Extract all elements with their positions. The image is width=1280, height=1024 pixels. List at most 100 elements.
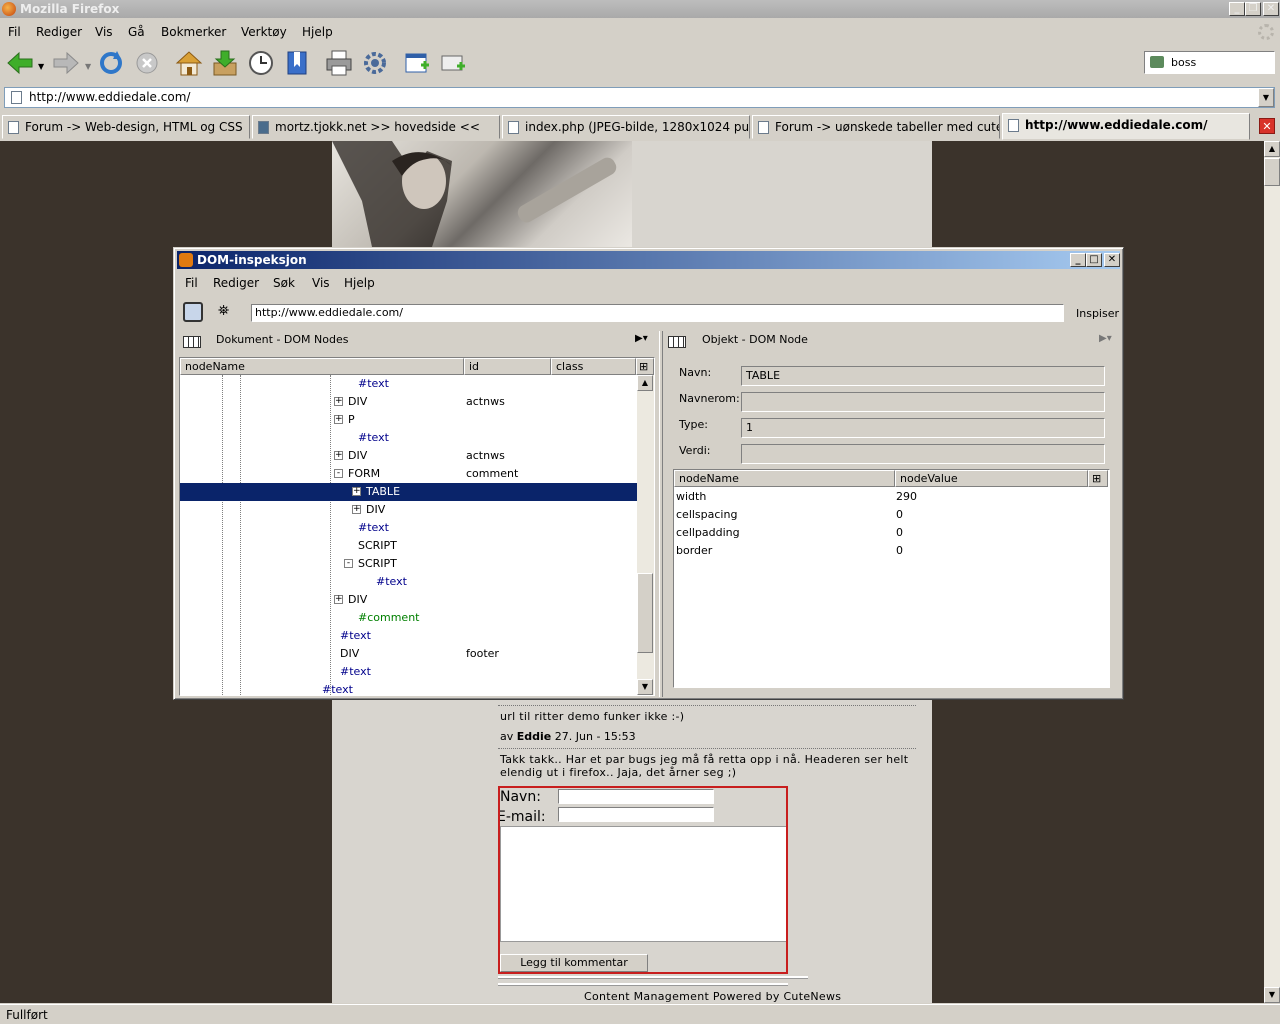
email-input[interactable]	[558, 807, 714, 822]
history-button[interactable]	[245, 47, 277, 79]
tree-node[interactable]: #text	[180, 681, 637, 695]
column-header-class[interactable]: class	[551, 358, 636, 375]
settings-button[interactable]	[359, 47, 391, 79]
inspect-button[interactable]: Inspiser	[1076, 307, 1119, 320]
dom-minimize-button[interactable]: _	[1070, 253, 1086, 267]
tree-node[interactable]: - FORM comment	[180, 465, 637, 483]
scroll-thumb[interactable]	[1264, 158, 1280, 186]
tab-index-php[interactable]: index.php (JPEG-bilde, 1280x1024 punkter…	[502, 115, 750, 139]
tree-node[interactable]: #text	[180, 573, 637, 591]
downloads-button[interactable]	[209, 47, 241, 79]
scroll-down-button[interactable]: ▼	[1264, 987, 1280, 1003]
column-header-id[interactable]: id	[464, 358, 551, 375]
dom-menu-rediger[interactable]: Rediger	[213, 276, 259, 290]
dom-menu-fil[interactable]: Fil	[185, 276, 198, 290]
tree-node[interactable]: #text	[180, 627, 637, 645]
name-input[interactable]	[558, 789, 714, 804]
column-header-nodename[interactable]: nodeName	[180, 358, 464, 375]
reload-button[interactable]	[95, 47, 127, 79]
tab-eddiedale[interactable]: http://www.eddiedale.com/	[1002, 113, 1250, 140]
tree-node[interactable]: + DIV actnws	[180, 447, 637, 465]
tree-node[interactable]: #text	[180, 663, 637, 681]
expand-icon[interactable]: +	[352, 505, 361, 514]
close-button[interactable]: ✕	[1263, 2, 1279, 16]
find-node-button[interactable]: ⛯	[218, 303, 229, 319]
panel-options-icon[interactable]: ▶▾	[635, 333, 648, 344]
collapse-icon[interactable]: -	[344, 559, 353, 568]
panel-options-icon[interactable]: ▶▾	[1099, 333, 1112, 344]
verdi-field[interactable]	[741, 444, 1105, 464]
tree-node[interactable]: + DIV actnws	[180, 393, 637, 411]
panel-splitter[interactable]	[659, 331, 663, 697]
close-tab-icon[interactable]: ✕	[1259, 118, 1275, 134]
forward-dropdown-icon[interactable]: ▼	[85, 62, 91, 71]
tab-mortz[interactable]: mortz.tjokk.net >> hovedside <<	[252, 115, 500, 139]
tree-node[interactable]: + DIV	[180, 501, 637, 519]
restore-button[interactable]: ❐	[1245, 2, 1261, 16]
tree-node[interactable]: #comment	[180, 609, 637, 627]
search-input[interactable]: boss	[1171, 56, 1196, 69]
forward-button[interactable]	[50, 47, 82, 79]
new-tab-button[interactable]	[437, 47, 469, 79]
column-header-nodename[interactable]: nodeName	[674, 470, 895, 487]
tree-node[interactable]: + P	[180, 411, 637, 429]
column-picker-icon[interactable]: ⊞	[1088, 470, 1108, 487]
menu-vis[interactable]: Vis	[95, 25, 113, 39]
back-button[interactable]	[4, 47, 36, 79]
url-bar[interactable]: http://www.eddiedale.com/ ▼	[4, 87, 1275, 108]
tab-forum-tabeller[interactable]: Forum -> uønskede tabeller med cutenews	[752, 115, 1000, 139]
dom-menu-vis[interactable]: Vis	[312, 276, 330, 290]
attribute-row[interactable]: cellspacing 0	[676, 506, 903, 524]
url-dropdown-button[interactable]: ▼	[1258, 88, 1274, 107]
navn-field[interactable]: TABLE	[741, 366, 1105, 386]
attribute-row[interactable]: cellpadding 0	[676, 524, 903, 542]
menu-bokmerker[interactable]: Bokmerker	[161, 25, 226, 39]
tree-node[interactable]: SCRIPT	[180, 537, 637, 555]
tree-node[interactable]: #text	[180, 375, 637, 393]
back-dropdown-icon[interactable]: ▼	[38, 62, 44, 71]
collapse-icon[interactable]: -	[334, 469, 343, 478]
tree-node[interactable]: #text	[180, 519, 637, 537]
panel-menu-icon[interactable]	[183, 336, 201, 348]
tree-node[interactable]: #text	[180, 429, 637, 447]
home-button[interactable]	[173, 47, 205, 79]
scroll-up-button[interactable]: ▲	[1264, 141, 1280, 157]
tab-forum-webdesign[interactable]: Forum -> Web-design, HTML og CSS	[2, 115, 250, 139]
expand-icon[interactable]: +	[334, 415, 343, 424]
menu-hjelp[interactable]: Hjelp	[302, 25, 333, 39]
tree-scroll-up-button[interactable]: ▲	[637, 375, 653, 391]
vertical-scrollbar[interactable]: ▲ ▼	[1264, 141, 1280, 1003]
column-header-nodevalue[interactable]: nodeValue	[895, 470, 1088, 487]
submit-comment-button[interactable]: Legg til kommentar	[500, 954, 648, 972]
dom-menu-hjelp[interactable]: Hjelp	[344, 276, 375, 290]
attribute-row[interactable]: border 0	[676, 542, 903, 560]
navnerom-field[interactable]	[741, 392, 1105, 412]
tree-scroll-down-button[interactable]: ▼	[637, 679, 653, 695]
expand-icon[interactable]: +	[334, 595, 343, 604]
menu-ga[interactable]: Gå	[128, 25, 145, 39]
stop-button[interactable]	[131, 47, 163, 79]
attribute-row[interactable]: width 290	[676, 488, 917, 506]
tree-scroll-thumb[interactable]	[637, 573, 653, 653]
search-box[interactable]: boss	[1144, 51, 1275, 74]
url-text[interactable]: http://www.eddiedale.com/	[29, 90, 190, 104]
minimize-button[interactable]: _	[1229, 2, 1245, 16]
menu-verktoy[interactable]: Verktøy	[241, 25, 287, 39]
dom-close-button[interactable]: ✕	[1104, 253, 1120, 267]
dom-menu-sok[interactable]: Søk	[273, 276, 295, 290]
type-field[interactable]: 1	[741, 418, 1105, 438]
dom-maximize-button[interactable]: □	[1086, 253, 1102, 267]
new-window-button[interactable]	[401, 47, 433, 79]
dom-url-input[interactable]: http://www.eddiedale.com/	[251, 304, 1064, 322]
menu-rediger[interactable]: Rediger	[36, 25, 82, 39]
bookmarks-button[interactable]	[281, 47, 313, 79]
expand-icon[interactable]: +	[334, 451, 343, 460]
menu-fil[interactable]: Fil	[8, 25, 21, 39]
tree-scrollbar[interactable]: ▲ ▼	[637, 375, 654, 695]
tree-node[interactable]: + TABLE	[180, 483, 637, 501]
print-button[interactable]	[323, 47, 355, 79]
panel-menu-icon[interactable]	[668, 336, 686, 348]
expand-icon[interactable]: +	[334, 397, 343, 406]
tree-node[interactable]: + DIV	[180, 591, 637, 609]
select-element-button[interactable]	[183, 302, 203, 322]
